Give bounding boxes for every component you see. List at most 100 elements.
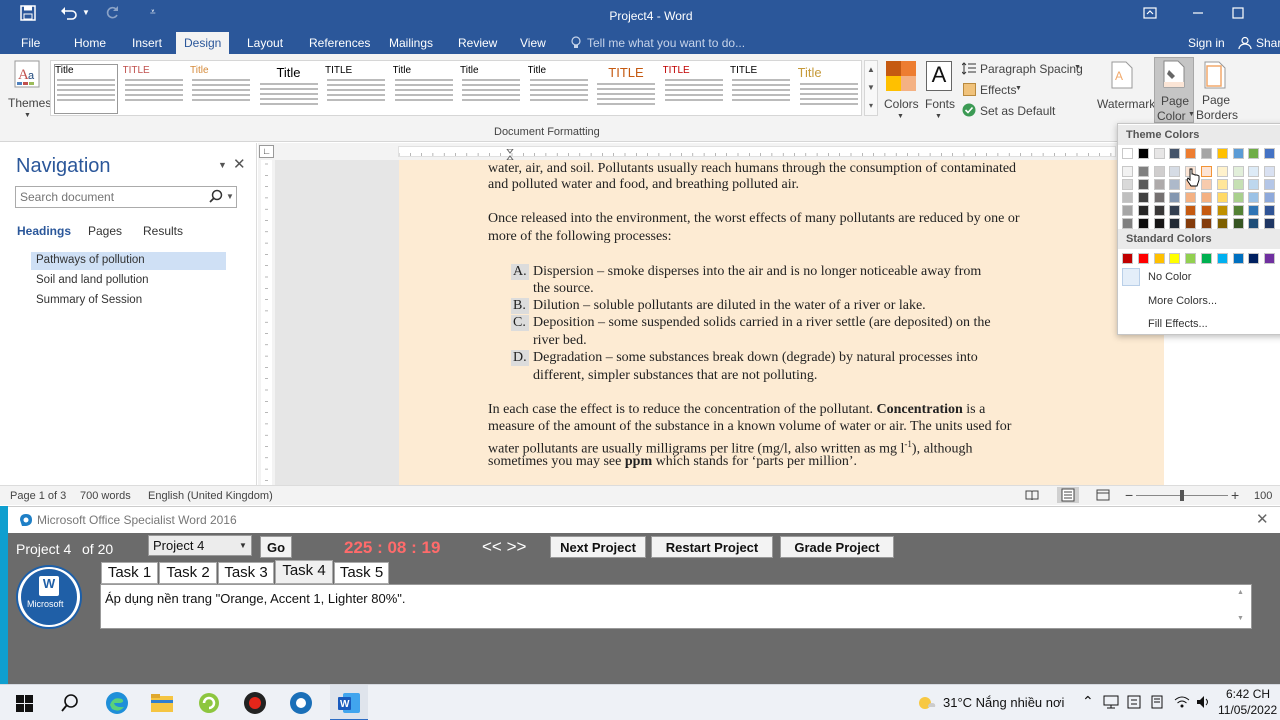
clock-date[interactable]: 11/05/2022 [1218, 703, 1277, 717]
tab-layout[interactable]: Layout [247, 36, 283, 50]
color-swatch[interactable] [1169, 179, 1181, 190]
watermark-button[interactable]: A Watermark [1095, 58, 1155, 124]
tab-pages[interactable]: Pages [88, 224, 122, 238]
print-layout-icon[interactable] [1057, 487, 1079, 503]
color-swatch[interactable] [1264, 253, 1276, 264]
ribbon-display-options-icon[interactable] [1140, 6, 1160, 26]
gallery-more-icon[interactable]: ▾ [865, 97, 877, 115]
language-ime-icon[interactable] [1127, 695, 1141, 709]
document-page[interactable]: water, air, and soil. Pollutants usually… [399, 160, 1164, 485]
tab-headings[interactable]: Headings [17, 224, 71, 238]
word-count[interactable]: 700 words [80, 490, 131, 502]
search-icon[interactable] [61, 694, 79, 712]
color-swatch[interactable] [1122, 192, 1133, 203]
task-tab-4[interactable]: Task 4 [275, 560, 333, 584]
zoom-in-icon[interactable]: + [1231, 487, 1239, 503]
heading-item[interactable]: Soil and land pollution [31, 272, 226, 290]
zoom-level[interactable]: 100 [1254, 490, 1272, 502]
weather-text[interactable]: 31°C Nắng nhiều nơi [943, 695, 1064, 710]
task-tab-2[interactable]: Task 2 [159, 562, 217, 584]
color-swatch[interactable] [1169, 205, 1181, 216]
color-swatch[interactable] [1232, 253, 1244, 264]
color-swatch[interactable] [1201, 148, 1212, 159]
color-swatch[interactable] [1232, 148, 1244, 159]
color-swatch[interactable] [1122, 148, 1133, 159]
color-swatch[interactable] [1232, 218, 1244, 229]
color-swatch[interactable] [1264, 218, 1276, 229]
style-set-thumbnail[interactable]: TITLE [662, 64, 726, 114]
color-swatch[interactable] [1137, 192, 1149, 203]
color-swatch[interactable] [1264, 192, 1276, 203]
color-swatch[interactable] [1153, 192, 1165, 203]
edge-browser-icon[interactable] [105, 691, 129, 715]
close-icon[interactable]: ✕ [1256, 510, 1269, 528]
input-method-icon[interactable] [1150, 695, 1164, 709]
color-swatch[interactable] [1169, 148, 1181, 159]
color-swatch[interactable] [1264, 148, 1276, 159]
wifi-icon[interactable] [1174, 695, 1190, 709]
color-swatch[interactable] [1232, 192, 1244, 203]
color-swatch[interactable] [1264, 166, 1276, 177]
style-set-thumbnail[interactable]: Title [392, 64, 456, 114]
app-green-icon[interactable] [197, 691, 221, 715]
color-swatch[interactable] [1185, 192, 1197, 203]
color-swatch[interactable] [1216, 192, 1228, 203]
color-swatch[interactable] [1137, 205, 1149, 216]
network-icon[interactable] [1103, 695, 1119, 709]
gmetrix-app-icon[interactable] [289, 691, 313, 715]
color-swatch[interactable] [1232, 179, 1244, 190]
zoom-out-icon[interactable]: − [1125, 487, 1133, 503]
search-document-box[interactable]: ▼ [15, 186, 237, 208]
color-swatch[interactable] [1153, 218, 1165, 229]
color-swatch[interactable] [1201, 218, 1212, 229]
language-indicator[interactable]: English (United Kingdom) [148, 490, 273, 502]
color-swatch[interactable] [1185, 218, 1197, 229]
search-options-icon[interactable]: ▼ [226, 192, 234, 201]
task-tab-5[interactable]: Task 5 [334, 562, 389, 584]
sign-in-link[interactable]: Sign in [1188, 36, 1225, 50]
color-swatch[interactable] [1216, 179, 1228, 190]
color-swatch[interactable] [1122, 179, 1133, 190]
tab-insert[interactable]: Insert [132, 36, 162, 50]
color-swatch[interactable] [1248, 166, 1260, 177]
gallery-scroll[interactable]: ▲ ▼ ▾ [864, 60, 878, 116]
color-swatch[interactable] [1264, 205, 1276, 216]
volume-icon[interactable] [1196, 695, 1212, 709]
style-set-thumbnail[interactable]: Title [54, 64, 118, 114]
color-swatch[interactable] [1248, 192, 1260, 203]
color-swatch[interactable] [1153, 253, 1165, 264]
page-count[interactable]: Page 1 of 3 [10, 490, 66, 502]
nav-arrows[interactable]: << >> [482, 537, 526, 557]
style-set-thumbnail[interactable]: Title [797, 64, 861, 114]
tab-results[interactable]: Results [143, 224, 183, 238]
color-swatch[interactable] [1201, 205, 1212, 216]
color-swatch[interactable] [1185, 205, 1197, 216]
page-borders-button[interactable]: Page Borders [1196, 58, 1238, 124]
tab-design[interactable]: Design [176, 32, 230, 54]
zoom-slider-thumb[interactable] [1180, 490, 1184, 501]
color-swatch[interactable] [1185, 148, 1197, 159]
fill-effects-item[interactable]: Fill Effects... [1148, 318, 1208, 330]
colors-button[interactable]: Colors ▼ [882, 58, 920, 120]
color-swatch[interactable] [1169, 192, 1181, 203]
word-taskbar-button[interactable]: W [330, 685, 368, 720]
share-button[interactable]: Shar [1256, 36, 1280, 50]
style-set-thumbnail[interactable]: TITLE [729, 64, 793, 114]
tab-mailings[interactable]: Mailings [389, 36, 433, 50]
web-layout-icon[interactable] [1096, 489, 1110, 504]
color-swatch[interactable] [1137, 218, 1149, 229]
scroll-up-icon[interactable]: ▲ [1237, 589, 1244, 596]
tab-references[interactable]: References [309, 36, 370, 50]
clock-time[interactable]: 6:42 CH [1226, 687, 1270, 701]
themes-button[interactable]: A a Themes ▼ [8, 58, 51, 120]
search-input[interactable] [16, 187, 196, 207]
pane-options-icon[interactable]: ▼ [218, 160, 227, 170]
color-swatch[interactable] [1122, 218, 1133, 229]
style-set-thumbnail[interactable]: TITLE [122, 64, 186, 114]
search-icon[interactable] [209, 189, 223, 208]
color-swatch[interactable] [1169, 166, 1181, 177]
color-swatch[interactable] [1169, 218, 1181, 229]
restart-project-button[interactable]: Restart Project [651, 536, 773, 558]
color-swatch[interactable] [1201, 192, 1212, 203]
color-swatch[interactable] [1201, 166, 1212, 177]
